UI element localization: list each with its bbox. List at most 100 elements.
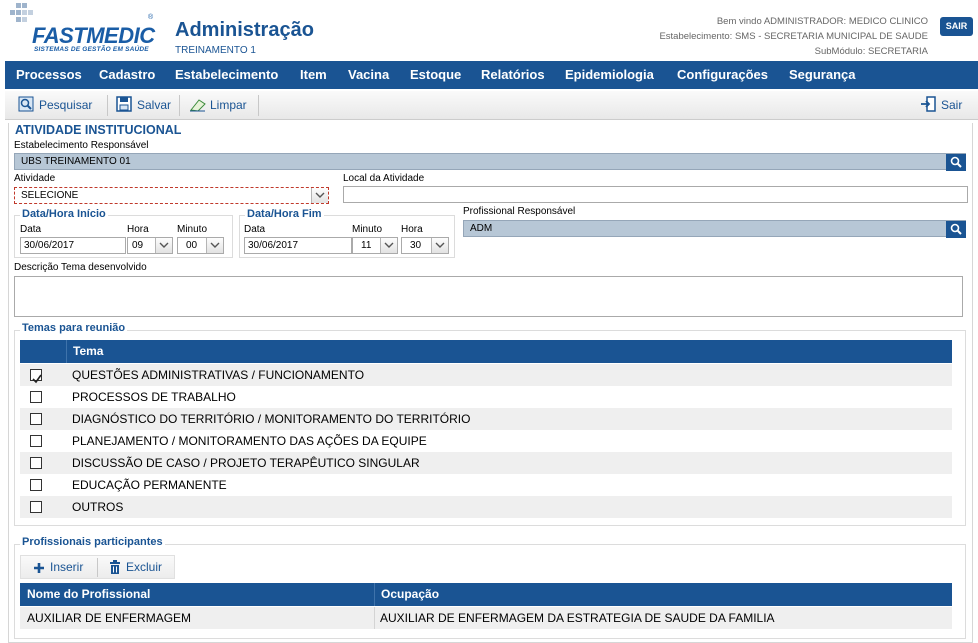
- fim-minuto-select[interactable]: 11: [352, 237, 398, 254]
- inicio-hora-select[interactable]: 09: [127, 237, 173, 254]
- inicio-minuto-select[interactable]: 00: [177, 237, 224, 254]
- tema-label: EDUCAÇÃO PERMANENTE: [72, 478, 227, 492]
- page-subtitle: TREINAMENTO 1: [175, 45, 256, 56]
- toolbar: Pesquisar Salvar Limpar Sair: [5, 91, 978, 120]
- tema-checkbox[interactable]: [30, 479, 42, 491]
- chevron-down-icon: [155, 238, 172, 253]
- user-info: Bem vindo ADMINISTRADOR: MEDICO CLINICO …: [659, 14, 928, 59]
- toolbar-divider: [179, 95, 180, 116]
- tema-row[interactable]: QUESTÕES ADMINISTRATIVAS / FUNCIONAMENTO: [20, 364, 952, 386]
- inicio-hora-label: Hora: [127, 224, 149, 235]
- eraser-icon: [189, 96, 206, 112]
- logout-button[interactable]: SAIR: [940, 17, 973, 36]
- column-divider: [374, 583, 375, 606]
- menu-relatorios[interactable]: Relatórios: [481, 61, 545, 89]
- save-label: Salvar: [137, 98, 172, 112]
- tema-label: DIAGNÓSTICO DO TERRITÓRIO / MONITORAMENT…: [72, 412, 471, 426]
- column-divider: [374, 607, 375, 629]
- tema-row[interactable]: EDUCAÇÃO PERMANENTE: [20, 474, 952, 496]
- prof-field[interactable]: ADM: [463, 220, 966, 238]
- temas-table-header: Tema: [20, 340, 952, 363]
- search-button[interactable]: Pesquisar: [18, 94, 92, 117]
- atividade-select[interactable]: SELECIONE: [14, 187, 329, 204]
- toolbar-divider: [97, 558, 98, 577]
- tema-row[interactable]: DIAGNÓSTICO DO TERRITÓRIO / MONITORAMENT…: [20, 408, 952, 430]
- tema-checkbox[interactable]: [30, 369, 42, 384]
- establishment-text: Estabelecimento: SMS - SECRETARIA MUNICI…: [659, 31, 928, 42]
- submodule-text: SubMódulo: SECRETARIA: [814, 46, 928, 57]
- menu-vacina[interactable]: Vacina: [348, 61, 389, 89]
- main-menu: Processos Cadastro Estabelecimento Item …: [5, 61, 978, 89]
- menu-processos[interactable]: Processos: [16, 61, 82, 89]
- menu-epidemiologia[interactable]: Epidemiologia: [565, 61, 654, 89]
- prof-search-button[interactable]: [946, 221, 966, 238]
- menu-configuracoes[interactable]: Configurações: [677, 61, 768, 89]
- tema-row[interactable]: DISCUSSÃO DE CASO / PROJETO TERAPÊUTICO …: [20, 452, 952, 474]
- menu-estoque[interactable]: Estoque: [410, 61, 461, 89]
- local-label: Local da Atividade: [343, 173, 425, 184]
- chevron-down-icon: [380, 238, 397, 253]
- nome-column-header: Nome do Profissional: [27, 587, 151, 601]
- delete-label: Excluir: [126, 560, 163, 574]
- atividade-value: SELECIONE: [21, 190, 79, 201]
- inicio-group-title: Data/Hora Início: [20, 208, 108, 220]
- tema-label: QUESTÕES ADMINISTRATIVAS / FUNCIONAMENTO: [72, 368, 365, 382]
- logo-tagline: SISTEMAS DE GESTÃO EM SAÚDE: [34, 46, 149, 53]
- chevron-down-icon: [311, 188, 328, 203]
- welcome-text: Bem vindo ADMINISTRADOR: MEDICO CLINICO: [716, 16, 928, 27]
- descricao-textarea[interactable]: [14, 276, 963, 317]
- tema-column-header: Tema: [73, 344, 104, 358]
- participante-nome: AUXILIAR DE ENFERMAGEM: [27, 611, 192, 625]
- section-title: ATIVIDADE INSTITUCIONAL: [15, 123, 182, 137]
- tema-row[interactable]: PLANEJAMENTO / MONITORAMENTO DAS AÇÕES D…: [20, 430, 952, 452]
- tema-checkbox[interactable]: [30, 413, 42, 425]
- tema-row[interactable]: OUTROS: [20, 496, 952, 518]
- tema-label: DISCUSSÃO DE CASO / PROJETO TERAPÊUTICO …: [72, 456, 420, 470]
- menu-item[interactable]: Item: [300, 61, 327, 89]
- tema-label: PROCESSOS DE TRABALHO: [72, 390, 236, 404]
- delete-button[interactable]: Excluir: [109, 556, 162, 579]
- menu-seguranca[interactable]: Segurança: [789, 61, 855, 89]
- ocupacao-column-header: Ocupação: [381, 587, 440, 601]
- checkmark-icon: [32, 374, 42, 384]
- tema-checkbox[interactable]: [30, 435, 42, 447]
- save-icon: [116, 96, 132, 112]
- prof-label: Profissional Responsável: [463, 206, 576, 217]
- tema-row[interactable]: PROCESSOS DE TRABALHO: [20, 386, 952, 408]
- fim-hora-select[interactable]: 30: [401, 237, 449, 254]
- plus-icon: [33, 559, 45, 575]
- toolbar-divider: [258, 95, 259, 116]
- participante-row[interactable]: AUXILIAR DE ENFERMAGEM AUXILIAR DE ENFER…: [20, 607, 952, 629]
- exit-button[interactable]: Sair: [920, 94, 962, 117]
- menu-cadastro[interactable]: Cadastro: [99, 61, 155, 89]
- fim-minuto-value: 11: [361, 240, 372, 251]
- inicio-data-label: Data: [20, 224, 42, 235]
- inicio-data-input[interactable]: 30/06/2017: [20, 237, 126, 254]
- search-icon: [18, 96, 34, 112]
- fim-hora-label: Hora: [401, 224, 423, 235]
- insert-label: Inserir: [50, 560, 84, 574]
- checkbox-column-header: [20, 340, 67, 363]
- fim-minuto-label: Minuto: [352, 224, 383, 235]
- inicio-minuto-value: 00: [186, 240, 198, 251]
- estab-search-button[interactable]: [946, 154, 966, 171]
- estab-field[interactable]: UBS TREINAMENTO 01: [14, 153, 966, 171]
- exit-icon: [920, 96, 936, 112]
- fim-data-input[interactable]: 30/06/2017: [244, 237, 352, 254]
- insert-button[interactable]: Inserir: [33, 556, 83, 579]
- local-input[interactable]: [343, 186, 968, 203]
- tema-checkbox[interactable]: [30, 501, 42, 513]
- app-header: FASTMEDIC ® SISTEMAS DE GESTÃO EM SAÚDE …: [0, 0, 978, 60]
- tema-checkbox[interactable]: [30, 457, 42, 469]
- tema-checkbox[interactable]: [30, 391, 42, 403]
- menu-estabelecimento[interactable]: Estabelecimento: [175, 61, 278, 89]
- clear-button[interactable]: Limpar: [189, 94, 247, 117]
- fim-hora-value: 30: [410, 240, 422, 251]
- save-button[interactable]: Salvar: [116, 94, 171, 117]
- estab-label: Estabelecimento Responsável: [14, 140, 149, 151]
- search-icon: [950, 156, 962, 168]
- fastmedic-logo: FASTMEDIC ® SISTEMAS DE GESTÃO EM SAÚDE: [8, 3, 158, 57]
- temas-group-title: Temas para reunião: [20, 322, 128, 334]
- page-title: Administração: [175, 19, 314, 41]
- trash-icon: [109, 559, 121, 575]
